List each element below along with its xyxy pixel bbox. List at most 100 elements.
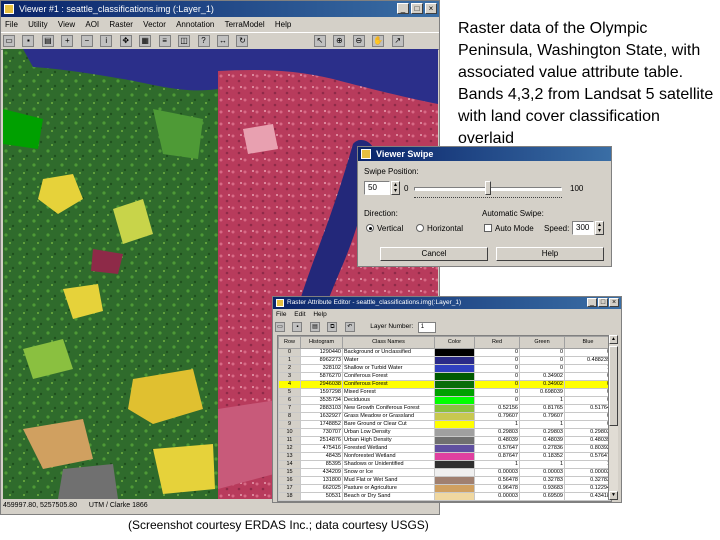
col-header-red[interactable]: Red <box>474 336 520 349</box>
color-swatch-cell[interactable] <box>434 404 475 413</box>
menu-utility[interactable]: Utility <box>24 20 52 29</box>
histogram-cell[interactable]: 328102 <box>300 364 343 373</box>
col-header-blue[interactable]: Blue <box>564 336 611 349</box>
zoom-out-icon[interactable]: − <box>80 35 93 47</box>
attr-titlebar[interactable]: Raster Attribute Editor - seattle_classi… <box>273 297 621 309</box>
col-header-row[interactable]: Row <box>278 336 301 349</box>
attr-maximize-icon[interactable]: □ <box>598 298 608 307</box>
row-number-cell[interactable]: 8 <box>278 412 301 421</box>
blue-cell[interactable]: 0 <box>564 420 611 429</box>
class-name-cell[interactable]: Mud Flat or Wet Sand <box>342 476 435 485</box>
red-cell[interactable]: 0.87647 <box>474 452 520 461</box>
blue-cell[interactable]: 0.43418 <box>564 492 611 501</box>
pan-icon[interactable]: ✥ <box>119 35 132 47</box>
swipe-position-input[interactable]: 50 <box>364 181 390 195</box>
class-name-cell[interactable]: Coniferous Forest <box>342 372 435 381</box>
menu-view[interactable]: View <box>54 20 79 29</box>
attr-close-icon[interactable]: × <box>609 298 619 307</box>
row-number-cell[interactable]: 17 <box>278 484 301 493</box>
table-row[interactable]: 42946038Coniferous Forest 00.349020 <box>278 380 611 389</box>
green-cell[interactable]: 1 <box>519 420 565 429</box>
blue-cell[interactable]: 0.29803 <box>564 428 611 437</box>
green-cell[interactable]: 0 <box>519 356 565 365</box>
class-name-cell[interactable]: Deciduous <box>342 396 435 405</box>
class-name-cell[interactable]: Snow or Ice <box>342 468 435 477</box>
table-row[interactable]: 12 475416 Forested Wetland 0.57647 0.27836 0.… <box>278 444 611 453</box>
row-number-cell[interactable]: 12 <box>278 444 301 453</box>
attr-undo-icon[interactable]: ↶ <box>344 322 355 332</box>
histogram-cell[interactable]: 8962273 <box>300 356 343 365</box>
table-row[interactable]: 35876270Coniferous Forest 00.349020 <box>278 372 611 381</box>
color-swatch-cell[interactable] <box>434 460 475 469</box>
grid-icon[interactable]: ▦ <box>139 35 152 47</box>
attr-vertical-scrollbar[interactable]: ▲ ▼ <box>608 335 618 500</box>
green-cell[interactable]: 0.81765 <box>519 404 565 413</box>
fit-icon[interactable]: ◫ <box>178 35 191 47</box>
green-cell[interactable]: 0.34902 <box>519 380 565 389</box>
help-button[interactable]: Help <box>496 247 604 261</box>
red-cell[interactable]: 0.56478 <box>474 476 520 485</box>
menu-raster[interactable]: Raster <box>105 20 137 29</box>
color-swatch-cell[interactable] <box>434 476 475 485</box>
green-cell[interactable]: 0.34902 <box>519 372 565 381</box>
class-name-cell[interactable]: Shadows or Unidentified <box>342 460 435 469</box>
table-row[interactable]: 10 730707 Urban Low Density 0.29803 0.29803 0… <box>278 428 611 437</box>
row-number-cell[interactable]: 16 <box>278 476 301 485</box>
histogram-cell[interactable]: 48435 <box>300 452 343 461</box>
table-row[interactable]: 1485395Shadows or Unidentified111 <box>278 460 611 469</box>
green-cell[interactable]: 0 <box>519 348 565 357</box>
scroll-thumb[interactable] <box>609 346 618 426</box>
blue-cell[interactable]: 1 <box>564 460 611 469</box>
attr-save-icon[interactable]: ▪ <box>292 322 303 332</box>
histogram-cell[interactable]: 1597298 <box>300 388 343 397</box>
maximize-icon[interactable]: □ <box>411 3 423 14</box>
cancel-button[interactable]: Cancel <box>380 247 488 261</box>
table-row[interactable]: 7 2883103 New Growth Coniferous Forest 0.52… <box>278 404 611 413</box>
table-row[interactable]: 18 50531 Beach or Dry Sand 0.00003 0.69509 0.… <box>278 492 611 501</box>
layers-icon[interactable]: ≡ <box>158 35 171 47</box>
red-cell[interactable]: 0.52156 <box>474 404 520 413</box>
histogram-cell[interactable]: 2946038 <box>300 380 343 389</box>
histogram-cell[interactable]: 475416 <box>300 444 343 453</box>
red-cell[interactable]: 0.29803 <box>474 428 520 437</box>
red-cell[interactable]: 0 <box>474 396 520 405</box>
histogram-cell[interactable]: 131800 <box>300 476 343 485</box>
green-cell[interactable]: 0.32783 <box>519 476 565 485</box>
class-name-cell[interactable]: Grass Meadow or Grassland <box>342 412 435 421</box>
row-number-cell[interactable]: 2 <box>278 364 301 373</box>
table-row[interactable]: 8 1632927 Grass Meadow or Grassland 0.79607… <box>278 412 611 421</box>
color-swatch-cell[interactable] <box>434 436 475 445</box>
class-name-cell[interactable]: Forested Wetland <box>342 444 435 453</box>
color-swatch-cell[interactable] <box>434 468 475 477</box>
color-swatch-cell[interactable] <box>434 484 475 493</box>
color-swatch-cell[interactable] <box>434 428 475 437</box>
blue-cell[interactable]: 0.32783 <box>564 476 611 485</box>
table-row[interactable]: 15 434209 Snow or Ice 0.00003 0.00003 0.00003 <box>278 468 611 477</box>
row-number-cell[interactable]: 7 <box>278 404 301 413</box>
histogram-cell[interactable]: 50531 <box>300 492 343 501</box>
color-swatch-cell[interactable] <box>434 348 475 357</box>
swipe-titlebar[interactable]: Viewer Swipe <box>358 147 611 161</box>
rotate-icon[interactable]: ↻ <box>236 35 249 47</box>
green-cell[interactable]: 0.00003 <box>519 468 565 477</box>
class-name-cell[interactable]: Urban Low Density <box>342 428 435 437</box>
class-name-cell[interactable]: Pasture or Agriculture <box>342 484 435 493</box>
close-icon[interactable]: × <box>425 3 437 14</box>
red-cell[interactable]: 0.79607 <box>474 412 520 421</box>
blue-cell[interactable]: 0.00003 <box>564 468 611 477</box>
pointer-icon[interactable]: ↖ <box>313 35 326 47</box>
roam-icon[interactable]: ✋ <box>372 35 385 47</box>
scroll-down-icon[interactable]: ▼ <box>609 491 618 500</box>
menu-aoi[interactable]: AOI <box>81 20 103 29</box>
green-cell[interactable]: 0.18352 <box>519 452 565 461</box>
menu-annotation[interactable]: Annotation <box>172 20 218 29</box>
class-name-cell[interactable]: New Growth Coniferous Forest <box>342 404 435 413</box>
col-header-histogram[interactable]: Histogram <box>300 336 343 349</box>
attr-minimize-icon[interactable]: _ <box>587 298 597 307</box>
blue-cell[interactable]: 0.48039 <box>564 436 611 445</box>
red-cell[interactable]: 0 <box>474 348 520 357</box>
histogram-cell[interactable]: 2514876 <box>300 436 343 445</box>
row-number-cell[interactable]: 9 <box>278 420 301 429</box>
green-cell[interactable]: 0.69509 <box>519 492 565 501</box>
red-cell[interactable]: 0.96478 <box>474 484 520 493</box>
